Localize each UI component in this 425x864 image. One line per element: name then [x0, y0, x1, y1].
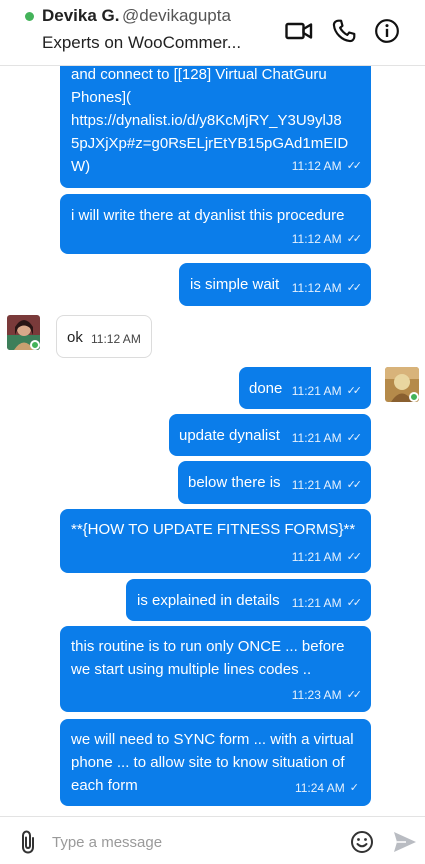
message-outgoing: we will need to SYNC form ... with a vir… [60, 719, 371, 806]
message-outgoing: and connect to [[128] Virtual ChatGuru P… [60, 48, 371, 188]
info-button[interactable] [372, 16, 402, 46]
online-status-icon [409, 392, 419, 402]
message-time: 11:12 AM [91, 332, 141, 346]
message-outgoing: **{HOW TO UPDATE FITNESS FORMS}** 11:21 … [60, 509, 371, 573]
emoji-button[interactable] [349, 829, 375, 855]
message-text: i will write there at dyanlist this proc… [71, 207, 345, 224]
message-time: 11:12 AM [291, 159, 342, 173]
voice-call-button[interactable] [329, 16, 359, 46]
emoji-icon [351, 831, 373, 853]
message-meta: 11:12 AM ✓✓ [291, 155, 363, 178]
message-outgoing: is simple wait 11:12 AM ✓✓ [179, 263, 371, 306]
contact-subtitle: Experts on WooCommer... [42, 33, 242, 52]
message-text-line: we start using multiple lines codes .. [71, 661, 312, 678]
message-time: 11:12 AM [291, 281, 342, 295]
message-meta: 11:21 AM ✓✓ [291, 380, 363, 403]
attachment-icon [22, 830, 34, 854]
phone-icon [332, 19, 356, 43]
message-meta: 11:21 AM ✓✓ [291, 546, 363, 569]
online-status-icon [25, 12, 34, 21]
message-meta: 11:12 AM ✓✓ [291, 228, 363, 251]
message-text-line: this routine is to run only ONCE ... bef… [71, 638, 345, 655]
message-text-line: each form [71, 777, 138, 794]
message-composer [0, 816, 425, 864]
contact-name[interactable]: Devika G. [42, 6, 120, 26]
message-outgoing: is explained in details 11:21 AM ✓✓ [126, 579, 371, 621]
message-text: ok [67, 329, 83, 346]
message-meta: 11:12 AM ✓✓ [291, 277, 363, 300]
read-receipt-icon: ✓✓ [346, 689, 363, 701]
message-time: 11:21 AM [291, 478, 342, 492]
message-meta: 11:24 AM ✓ [295, 777, 359, 800]
read-receipt-icon: ✓✓ [346, 597, 363, 609]
sent-receipt-icon: ✓ [349, 782, 359, 794]
message-meta: 11:21 AM ✓✓ [291, 474, 363, 497]
read-receipt-icon: ✓✓ [346, 282, 363, 294]
message-text: update dynalist [179, 427, 280, 444]
message-text: **{HOW TO UPDATE FITNESS FORMS}** [71, 521, 356, 538]
send-icon [394, 832, 416, 852]
message-text: is explained in details [137, 592, 280, 609]
video-icon [285, 22, 313, 40]
read-receipt-icon: ✓✓ [346, 479, 363, 491]
online-status-icon [30, 340, 40, 350]
message-text: below there is [188, 474, 281, 491]
message-text-line: we will need to SYNC form ... with a vir… [71, 731, 354, 748]
info-icon [375, 19, 399, 43]
read-receipt-icon: ✓✓ [346, 160, 363, 172]
message-outgoing: update dynalist 11:21 AM ✓✓ [169, 414, 371, 456]
message-outgoing: below there is 11:21 AM ✓✓ [178, 461, 371, 504]
message-time: 11:21 AM [291, 384, 342, 398]
message-text-line: 5pJXjXp#z=g0RsELjrEtYB15pGAd1mEID [71, 135, 349, 152]
attach-button[interactable] [14, 828, 42, 856]
video-call-button[interactable] [284, 16, 314, 46]
message-time: 11:21 AM [291, 596, 342, 610]
message-text: done [249, 380, 283, 397]
message-text-line: https://dynalist.io/d/y8KcMjRY_Y3U9ylJ8 [71, 112, 342, 129]
message-incoming: ok 11:12 AM [56, 315, 152, 358]
read-receipt-icon: ✓✓ [346, 385, 363, 397]
message-text-line: phone ... to allow site to know situatio… [71, 754, 345, 771]
message-text-line: and connect to [[128] Virtual ChatGuru [71, 66, 327, 83]
message-outgoing: i will write there at dyanlist this proc… [60, 194, 371, 254]
message-time: 11:24 AM [294, 781, 345, 795]
read-receipt-icon: ✓✓ [346, 233, 363, 245]
message-time: 11:21 AM [291, 550, 342, 564]
send-button[interactable] [390, 829, 420, 855]
message-time: 11:12 AM [291, 232, 342, 246]
read-receipt-icon: ✓✓ [346, 432, 363, 444]
message-meta: 11:23 AM ✓✓ [291, 684, 363, 707]
read-receipt-icon: ✓✓ [346, 551, 363, 563]
message-input[interactable] [52, 829, 332, 855]
message-meta: 11:21 AM ✓✓ [291, 592, 363, 615]
message-outgoing: this routine is to run only ONCE ... bef… [60, 626, 371, 712]
message-outgoing: done 11:21 AM ✓✓ [239, 367, 371, 409]
message-meta: 11:21 AM ✓✓ [291, 427, 363, 450]
message-text-line: Phones]( [71, 89, 132, 106]
message-time: 11:23 AM [291, 688, 342, 702]
contact-handle: @devikagupta [122, 6, 231, 25]
message-time: 11:21 AM [291, 431, 342, 445]
my-avatar[interactable] [385, 367, 419, 402]
chat-header: Devika G. @devikagupta Experts on WooCom… [0, 0, 425, 66]
contact-avatar[interactable] [7, 315, 40, 350]
message-list: and connect to [[128] Virtual ChatGuru P… [0, 0, 425, 864]
